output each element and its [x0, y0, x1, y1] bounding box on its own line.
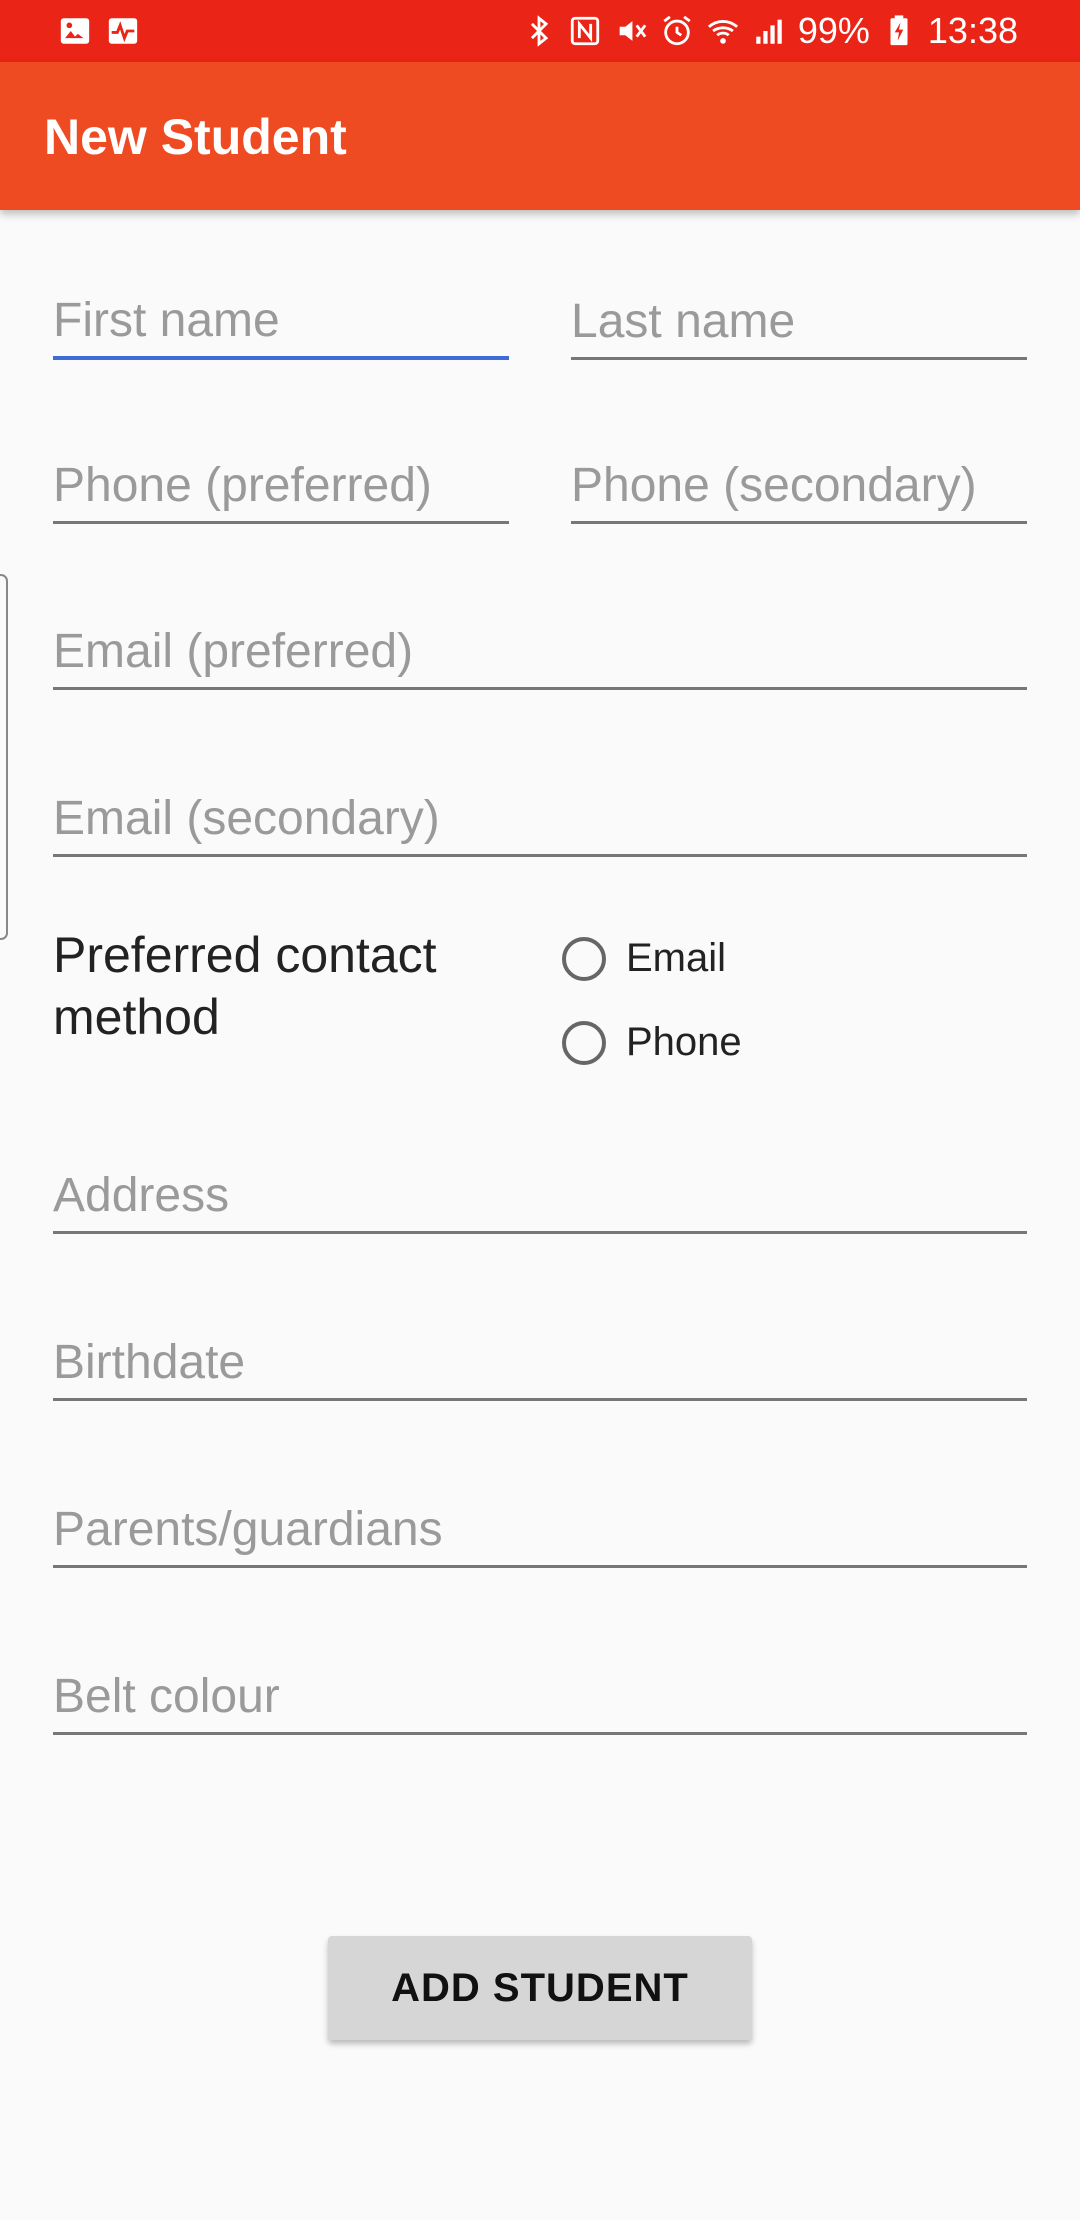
mute-icon — [619, 21, 647, 41]
email-secondary-input[interactable] — [53, 791, 1027, 846]
phone-secondary-field[interactable] — [571, 434, 1027, 524]
app-bar: New Student — [0, 62, 1080, 210]
radio-email-label: Email — [626, 936, 727, 980]
image-icon — [60, 18, 90, 44]
email-preferred-field[interactable] — [53, 600, 1027, 690]
radio-phone[interactable]: Phone — [562, 1020, 742, 1065]
email-secondary-field[interactable] — [53, 767, 1027, 857]
first-name-field[interactable] — [53, 270, 509, 360]
phone-preferred-field[interactable] — [53, 434, 509, 524]
alarm-icon — [663, 15, 691, 46]
last-name-field[interactable] — [571, 270, 1027, 360]
birthdate-input[interactable] — [53, 1335, 1027, 1390]
clock: 13:38 — [927, 10, 1018, 51]
battery-percent: 99% — [797, 10, 870, 51]
status-bar: 99% 13:38 — [0, 0, 1080, 62]
parents-field[interactable] — [53, 1478, 1027, 1568]
phone-preferred-input[interactable] — [53, 458, 509, 513]
email-preferred-input[interactable] — [53, 624, 1027, 679]
battery-charging-icon — [890, 15, 908, 46]
bluetooth-icon — [530, 15, 549, 47]
contact-method-label: Preferred contact method — [53, 927, 437, 1045]
radio-phone-label: Phone — [626, 1020, 742, 1064]
wifi-icon — [707, 20, 738, 44]
nfc-icon — [570, 16, 600, 46]
parents-input[interactable] — [53, 1502, 1027, 1557]
edge-panel-handle[interactable] — [0, 574, 8, 940]
radio-circle-icon[interactable] — [562, 1020, 606, 1065]
first-name-input[interactable] — [53, 293, 509, 348]
birthdate-field[interactable] — [53, 1311, 1027, 1401]
last-name-input[interactable] — [571, 294, 1027, 349]
address-input[interactable] — [53, 1168, 1027, 1223]
add-student-button[interactable]: ADD STUDENT — [328, 1936, 752, 2040]
radio-circle-icon[interactable] — [562, 936, 606, 981]
address-field[interactable] — [53, 1144, 1027, 1234]
page-title: New Student — [44, 109, 347, 165]
belt-colour-input[interactable] — [53, 1669, 1027, 1724]
phone-secondary-input[interactable] — [571, 458, 1027, 513]
belt-colour-field[interactable] — [53, 1645, 1027, 1735]
radio-email[interactable]: Email — [562, 936, 726, 981]
activity-icon — [108, 18, 138, 44]
signal-icon — [756, 19, 782, 44]
